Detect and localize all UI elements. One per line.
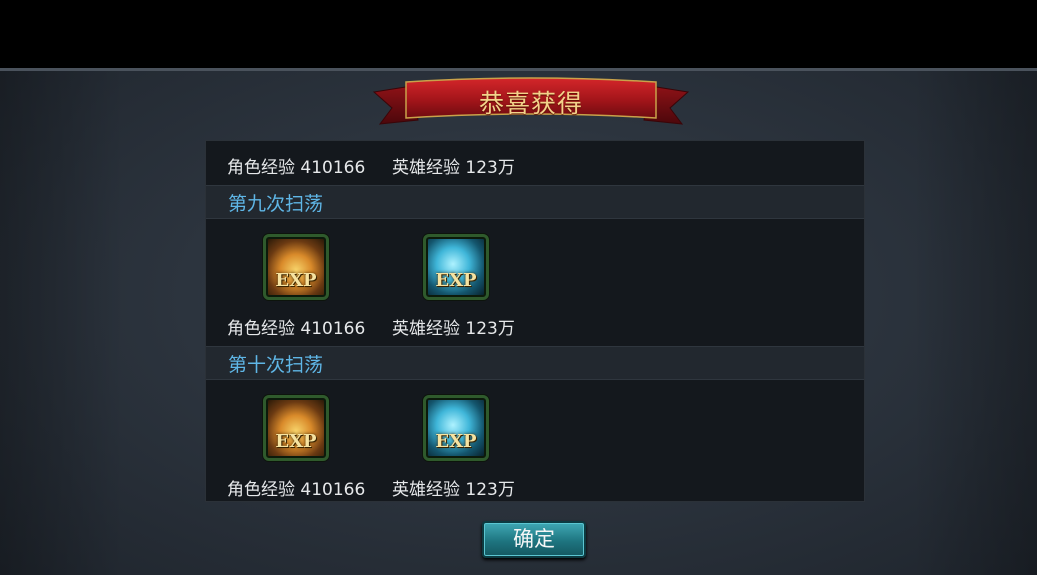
sweep-title: 第十次扫荡 bbox=[228, 354, 324, 376]
exp-blue-icon[interactable]: EXP bbox=[423, 234, 489, 300]
exp-blue-icon[interactable]: EXP bbox=[423, 395, 489, 461]
reward-label: 角色经验 410166 bbox=[227, 319, 366, 339]
sweep-title: 第九次扫荡 bbox=[228, 193, 324, 215]
dialog-title: 恭喜获得 bbox=[478, 89, 583, 118]
exp-icon-text: EXP bbox=[435, 431, 477, 452]
summary-char-exp: 角色经验 410166 bbox=[227, 158, 366, 178]
confirm-button[interactable]: 确定 bbox=[482, 521, 586, 558]
reward-label: 英雄经验 123万 bbox=[392, 480, 515, 500]
sweep-header: 第九次扫荡 bbox=[206, 185, 864, 219]
exp-icon-text: EXP bbox=[275, 431, 317, 452]
reward-label: 角色经验 410166 bbox=[227, 480, 366, 500]
reward-label: 英雄经验 123万 bbox=[392, 319, 515, 339]
top-black-bar bbox=[0, 0, 1037, 68]
exp-gold-icon[interactable]: EXP bbox=[263, 234, 329, 300]
exp-icon-text: EXP bbox=[435, 270, 477, 291]
exp-gold-icon[interactable]: EXP bbox=[263, 395, 329, 461]
reward-list[interactable]: 角色经验 410166 英雄经验 123万 第九次扫荡 EXP EXP 角色经验… bbox=[205, 140, 865, 502]
summary-hero-exp: 英雄经验 123万 bbox=[392, 158, 515, 178]
exp-icon-text: EXP bbox=[275, 270, 317, 291]
sweep-header: 第十次扫荡 bbox=[206, 346, 864, 380]
title-banner: 恭喜获得 bbox=[372, 76, 690, 128]
